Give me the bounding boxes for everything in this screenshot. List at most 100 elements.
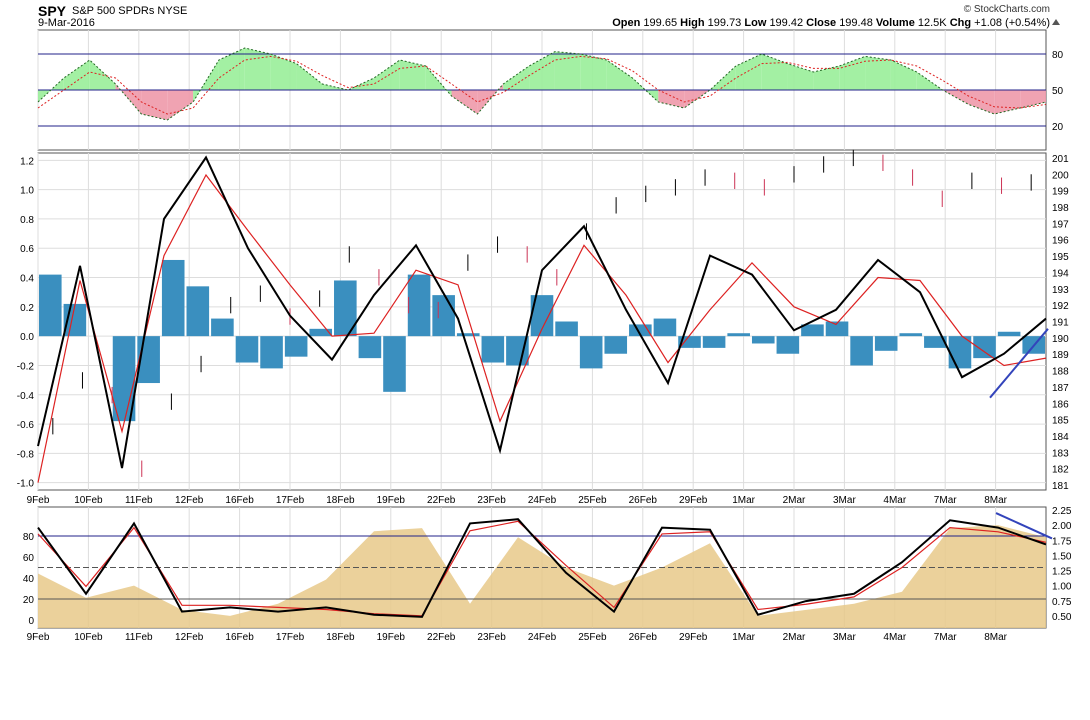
macd-histogram-bar [186, 286, 210, 337]
x-axis-tick-label: 10Feb [74, 495, 103, 506]
right-axis-tick-label: 189 [1052, 350, 1069, 361]
left-axis-tick-label: 0.2 [20, 303, 34, 314]
macd-histogram-bar [235, 336, 259, 363]
x-axis-tick-label: 23Feb [477, 495, 506, 506]
right-axis-tick-label: 187 [1052, 383, 1069, 394]
macd-histogram-bar [948, 336, 972, 369]
x-axis-tick-label: 18Feb [326, 632, 355, 643]
x-axis-tick-label: 4Mar [883, 632, 906, 643]
x-axis-tick-label: 17Feb [276, 632, 305, 643]
macd-histogram-bar [284, 336, 308, 357]
x-axis-tick-label: 25Feb [578, 632, 607, 643]
left-axis-tick-label: 80 [23, 532, 35, 543]
right-axis-tick-label: 193 [1052, 285, 1069, 296]
macd-histogram-bar [260, 336, 283, 369]
macd-histogram-bar [383, 336, 406, 392]
macd-histogram-bar [579, 336, 603, 369]
right-axis-tick-label: 196 [1052, 236, 1069, 247]
left-axis-tick-label: 60 [23, 553, 35, 564]
x-axis-tick-label: 7Mar [934, 495, 957, 506]
left-axis-tick-label: 0.4 [20, 274, 34, 285]
macd-histogram-bar [358, 336, 382, 359]
x-axis-tick-label: 12Feb [175, 632, 204, 643]
right-axis-tick-label: 1.25 [1052, 567, 1072, 578]
left-axis-tick-label: 1.2 [20, 156, 34, 167]
left-axis-tick-label: 0.6 [20, 244, 34, 255]
right-axis-tick-label: 192 [1052, 301, 1069, 312]
macd-histogram-bar [39, 274, 62, 337]
x-axis-tick-label: 29Feb [679, 495, 708, 506]
right-axis-tick-label: 199 [1052, 187, 1069, 198]
macd-histogram-bar [161, 259, 185, 337]
top-axis-tick-label: 20 [1052, 122, 1064, 133]
right-axis-tick-label: 188 [1052, 367, 1069, 378]
left-axis-tick-label: 0.8 [20, 215, 34, 226]
left-axis-tick-label: 40 [23, 574, 35, 585]
x-axis-tick-label: 17Feb [276, 495, 305, 506]
right-axis-tick-label: 190 [1052, 334, 1069, 345]
chart-canvas: 80 50 20 1.2 1.0 0.8 0.6 0.4 0.2 0.0 -0.2 -0.4 -0.6 -… [17, 29, 1072, 643]
x-axis-tick-label: 18Feb [326, 495, 355, 506]
macd-histogram-bar [997, 331, 1021, 337]
x-axis-tick-label: 2Mar [783, 495, 806, 506]
right-axis-tick-label: 195 [1052, 252, 1069, 263]
left-axis-tick-label: -0.6 [17, 420, 35, 431]
x-axis-tick-label: 16Feb [225, 495, 254, 506]
x-axis-tick-label: 8Mar [984, 632, 1007, 643]
right-axis-tick-label: 194 [1052, 268, 1069, 279]
right-axis-tick-label: 198 [1052, 203, 1069, 214]
macd-histogram-bar [850, 336, 873, 366]
top-axis-tick-label: 50 [1052, 86, 1064, 97]
x-axis-tick-label: 24Feb [528, 632, 557, 643]
left-axis-tick-label: 0.0 [20, 332, 34, 343]
x-axis-tick-label: 9Feb [27, 495, 50, 506]
x-axis-tick-label: 3Mar [833, 632, 856, 643]
x-axis-tick-label: 29Feb [679, 632, 708, 643]
right-axis-tick-label: 2.00 [1052, 521, 1072, 532]
x-axis-tick-label: 4Mar [883, 495, 906, 506]
right-axis-tick-label: 184 [1052, 432, 1069, 443]
macd-histogram-bar [653, 318, 677, 337]
x-axis-tick-label: 12Feb [175, 495, 204, 506]
left-axis-tick-label: -0.4 [17, 391, 35, 402]
right-axis-tick-label: 0.75 [1052, 597, 1072, 608]
right-axis-tick-label: 191 [1052, 318, 1069, 329]
x-axis-tick-label: 26Feb [629, 632, 658, 643]
macd-histogram-bar [432, 295, 455, 337]
left-axis-tick-label: 20 [23, 595, 35, 606]
x-axis-tick-label: 11Feb [125, 632, 153, 643]
left-axis-tick-label: -0.8 [17, 449, 35, 460]
macd-histogram-bar [899, 333, 923, 337]
right-axis-tick-label: 197 [1052, 219, 1069, 230]
macd-histogram-bar [456, 333, 480, 337]
left-axis-tick-label: -1.0 [17, 479, 35, 490]
x-axis-tick-label: 2Mar [783, 632, 806, 643]
macd-histogram-bar [555, 321, 578, 337]
x-axis-tick-label: 1Mar [732, 495, 755, 506]
macd-histogram-bar [973, 336, 996, 359]
right-axis-tick-label: 1.00 [1052, 582, 1072, 593]
x-axis-tick-label: 7Mar [934, 632, 957, 643]
left-axis-tick-label: -0.2 [17, 361, 35, 372]
x-axis-tick-label: 23Feb [477, 632, 506, 643]
right-axis-tick-label: 183 [1052, 448, 1069, 459]
macd-histogram-bar [604, 336, 628, 354]
macd-histogram-bar [407, 274, 431, 337]
macd-histogram-bar [776, 336, 800, 354]
right-axis-tick-label: 0.50 [1052, 612, 1072, 623]
macd-histogram-bar [727, 333, 750, 337]
right-axis-tick-label: 201 [1052, 154, 1069, 165]
x-axis-tick-label: 25Feb [578, 495, 607, 506]
left-axis-tick-label: 0 [28, 616, 34, 627]
left-axis-tick-label: 1.0 [20, 186, 34, 197]
x-axis-tick-label: 1Mar [732, 632, 755, 643]
right-axis-tick-label: 182 [1052, 465, 1069, 476]
x-axis-tick-label: 10Feb [74, 632, 103, 643]
right-axis-tick-label: 181 [1052, 481, 1069, 492]
macd-histogram-bar [751, 336, 775, 344]
x-axis-tick-label: 19Feb [377, 495, 406, 506]
x-axis-tick-label: 11Feb [125, 495, 153, 506]
x-axis-tick-label: 8Mar [984, 495, 1007, 506]
macd-histogram-bar [481, 336, 505, 363]
macd-histogram-bar [702, 336, 726, 348]
